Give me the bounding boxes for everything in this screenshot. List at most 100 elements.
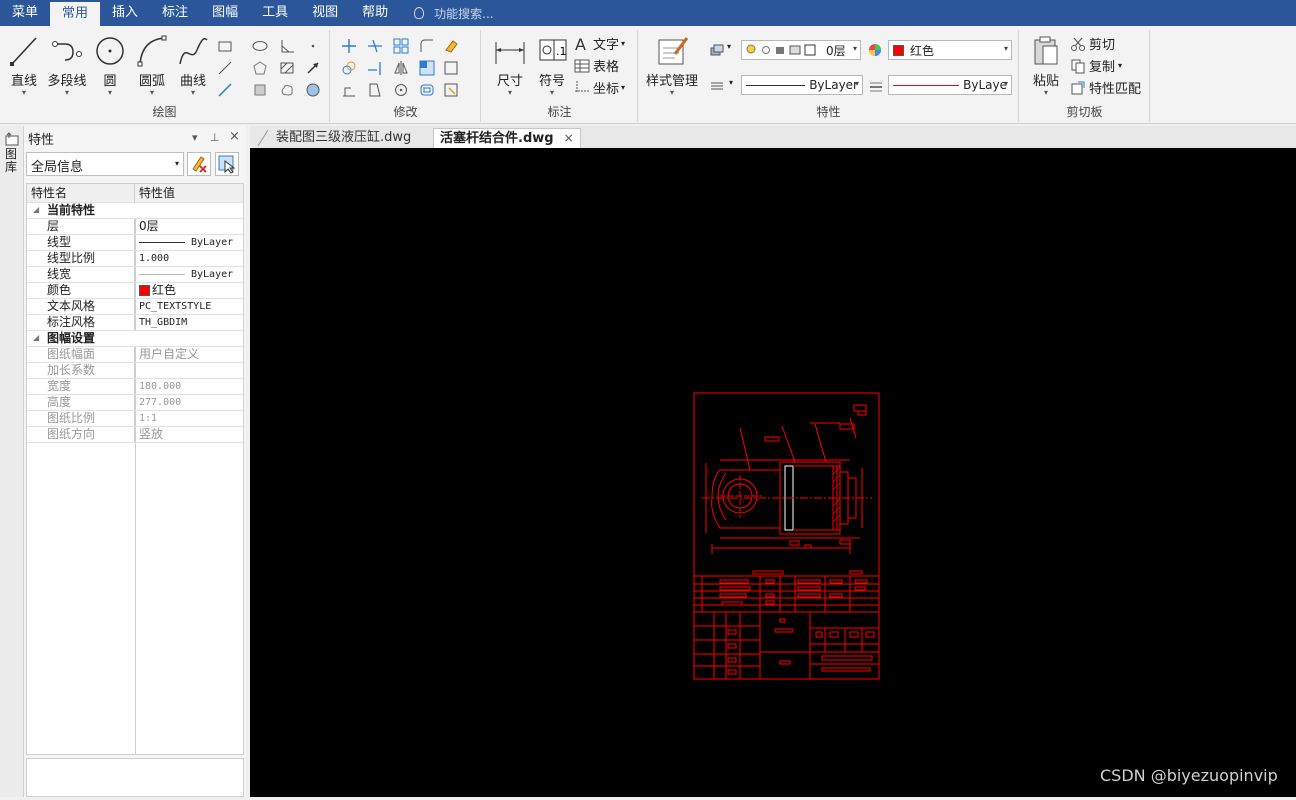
rotate-icon[interactable] (393, 82, 409, 98)
layer-select[interactable]: 0层 ▾ (741, 40, 861, 60)
construction-line-icon[interactable] (217, 60, 233, 76)
close-icon[interactable]: × (229, 129, 240, 144)
property-row-height[interactable]: 高度 277.000 (27, 395, 243, 411)
angle-icon[interactable] (279, 38, 295, 54)
property-row-paper-scale[interactable]: 图纸比例 1:1 (27, 411, 243, 427)
text-button[interactable]: A 文字 ▾ (574, 34, 625, 54)
property-row-lineweight[interactable]: 线宽 ByLayer (27, 267, 243, 283)
menu-item-view[interactable]: 视图 (300, 0, 350, 26)
coordinate-button[interactable]: 坐标 ▾ (574, 78, 625, 97)
scope-select-value: 全局信息 (31, 160, 84, 175)
arc-button[interactable]: 圆弧 ▾ (132, 34, 172, 97)
property-row-color[interactable]: 颜色 红色 (27, 283, 243, 299)
property-row-linetype[interactable]: 线型 ByLayer (27, 235, 243, 251)
table-button[interactable]: 表格 (574, 56, 619, 75)
property-value: ByLayer (191, 269, 234, 280)
dimension-button[interactable]: 尺寸 ▾ (490, 34, 530, 97)
property-row-paper-orientation[interactable]: 图纸方向 竖放 (27, 427, 243, 443)
copy-button[interactable]: 复制 ▾ (1070, 56, 1122, 75)
offset-icon[interactable] (419, 82, 435, 98)
symbol-button[interactable]: .1 符号 ▾ (532, 34, 572, 97)
arrow-icon[interactable] (305, 60, 321, 76)
break-icon[interactable] (367, 82, 383, 98)
collapse-icon[interactable]: ◢ (33, 205, 39, 214)
copy-object-icon[interactable] (341, 60, 357, 76)
category-frame-settings[interactable]: ◢ 图幅设置 (27, 331, 243, 347)
rectangle-select-icon[interactable] (443, 60, 459, 76)
property-row-paper-size[interactable]: 图纸幅面 用户自定义 (27, 347, 243, 363)
polyline-button[interactable]: 多段线 ▾ (46, 34, 88, 97)
title-block (693, 570, 880, 680)
linetype-select[interactable]: ByLayer ▾ (741, 75, 863, 95)
color-wheel-icon[interactable] (867, 42, 883, 58)
scale-icon[interactable] (419, 60, 435, 76)
property-row-layer[interactable]: 层 0层 (27, 219, 243, 235)
polygon-icon[interactable] (252, 60, 268, 76)
svg-text:.1: .1 (556, 45, 567, 58)
layer-value: 0层 (826, 43, 846, 58)
move-icon[interactable] (341, 38, 357, 54)
boundary-icon[interactable] (252, 82, 268, 98)
scope-select[interactable]: 全局信息 ▾ (26, 152, 184, 176)
ellipse-icon[interactable] (252, 38, 268, 54)
text-a-icon: A (575, 36, 586, 52)
trim-icon[interactable] (367, 38, 383, 54)
ray-icon[interactable] (217, 82, 233, 98)
menu-item-frame[interactable]: 图幅 (200, 0, 250, 26)
property-row-text-style[interactable]: 文本风格 PC_TEXTSTYLE (27, 299, 243, 315)
cloud-icon[interactable] (279, 82, 295, 98)
explode-icon[interactable] (443, 82, 459, 98)
clear-selection-button[interactable] (187, 152, 211, 176)
lineweight-select[interactable]: ByLaye ▾ (888, 75, 1012, 95)
extend-icon[interactable] (367, 60, 383, 76)
array-icon[interactable] (393, 38, 409, 54)
category-current-properties[interactable]: ◢ 当前特性 (27, 203, 243, 219)
close-icon[interactable]: × (564, 131, 574, 145)
eraser-icon[interactable] (443, 38, 459, 54)
color-swatch (893, 44, 904, 56)
menu-item-menu[interactable]: 菜单 (0, 0, 50, 26)
library-icon[interactable] (5, 132, 19, 146)
tab-separator-icon (257, 129, 269, 147)
color-select[interactable]: 红色 ▾ (888, 40, 1012, 60)
circle-button[interactable]: 圆 ▾ (90, 34, 130, 97)
menu-item-help[interactable]: 帮助 (350, 0, 400, 26)
property-row-extension-factor[interactable]: 加长系数 (27, 363, 243, 379)
lineweight-icon[interactable] (868, 78, 884, 94)
menu-item-annotate[interactable]: 标注 (150, 0, 200, 26)
pin-icon[interactable]: ⊥ (210, 131, 220, 144)
linetype-icon[interactable] (709, 78, 725, 94)
rectangle-icon[interactable] (217, 38, 233, 54)
column-header-value: 特性值 (139, 186, 176, 200)
property-row-dim-style[interactable]: 标注风格 TH_GBDIM (27, 315, 243, 331)
quick-select-icon (218, 155, 236, 174)
stretch-icon[interactable] (341, 82, 357, 98)
mirror-icon[interactable] (393, 60, 409, 76)
layer-manager-icon[interactable] (709, 42, 725, 58)
match-properties-button[interactable]: 特性匹配 (1070, 78, 1141, 97)
fillet-icon[interactable] (419, 38, 435, 54)
library-tab[interactable]: 图库 (5, 148, 19, 174)
point-icon[interactable] (305, 38, 321, 54)
hatch-icon[interactable] (279, 60, 295, 76)
menu-item-common[interactable]: 常用 (50, 0, 101, 26)
menu-item-tools[interactable]: 工具 (250, 0, 300, 26)
quick-select-button[interactable] (215, 152, 239, 176)
tab-assembly-drawing[interactable]: 装配图三级液压缸.dwg (270, 128, 417, 148)
cut-button[interactable]: 剪切 (1070, 34, 1115, 53)
curve-button[interactable]: 曲线 ▾ (173, 34, 213, 97)
collapse-icon[interactable]: ◢ (33, 333, 39, 342)
menu-item-insert[interactable]: 插入 (100, 0, 150, 26)
paste-button[interactable]: 粘贴 ▾ (1026, 34, 1066, 97)
feature-search[interactable]: 功能搜索... (414, 5, 494, 22)
chevron-down-icon: ▾ (190, 88, 195, 97)
dropdown-icon[interactable]: ▾ (192, 131, 198, 144)
property-row-linetype-scale[interactable]: 线型比例 1.000 (27, 251, 243, 267)
drawing-canvas[interactable] (250, 148, 1296, 797)
tab-piston-rod[interactable]: 活塞杆结合件.dwg × (433, 128, 581, 148)
style-manager-button[interactable]: 样式管理 ▾ (643, 34, 701, 97)
globe-icon[interactable] (305, 82, 321, 98)
lightbulb-icon (414, 7, 425, 19)
line-button[interactable]: 直线 ▾ (4, 34, 44, 97)
property-row-width[interactable]: 宽度 180.000 (27, 379, 243, 395)
